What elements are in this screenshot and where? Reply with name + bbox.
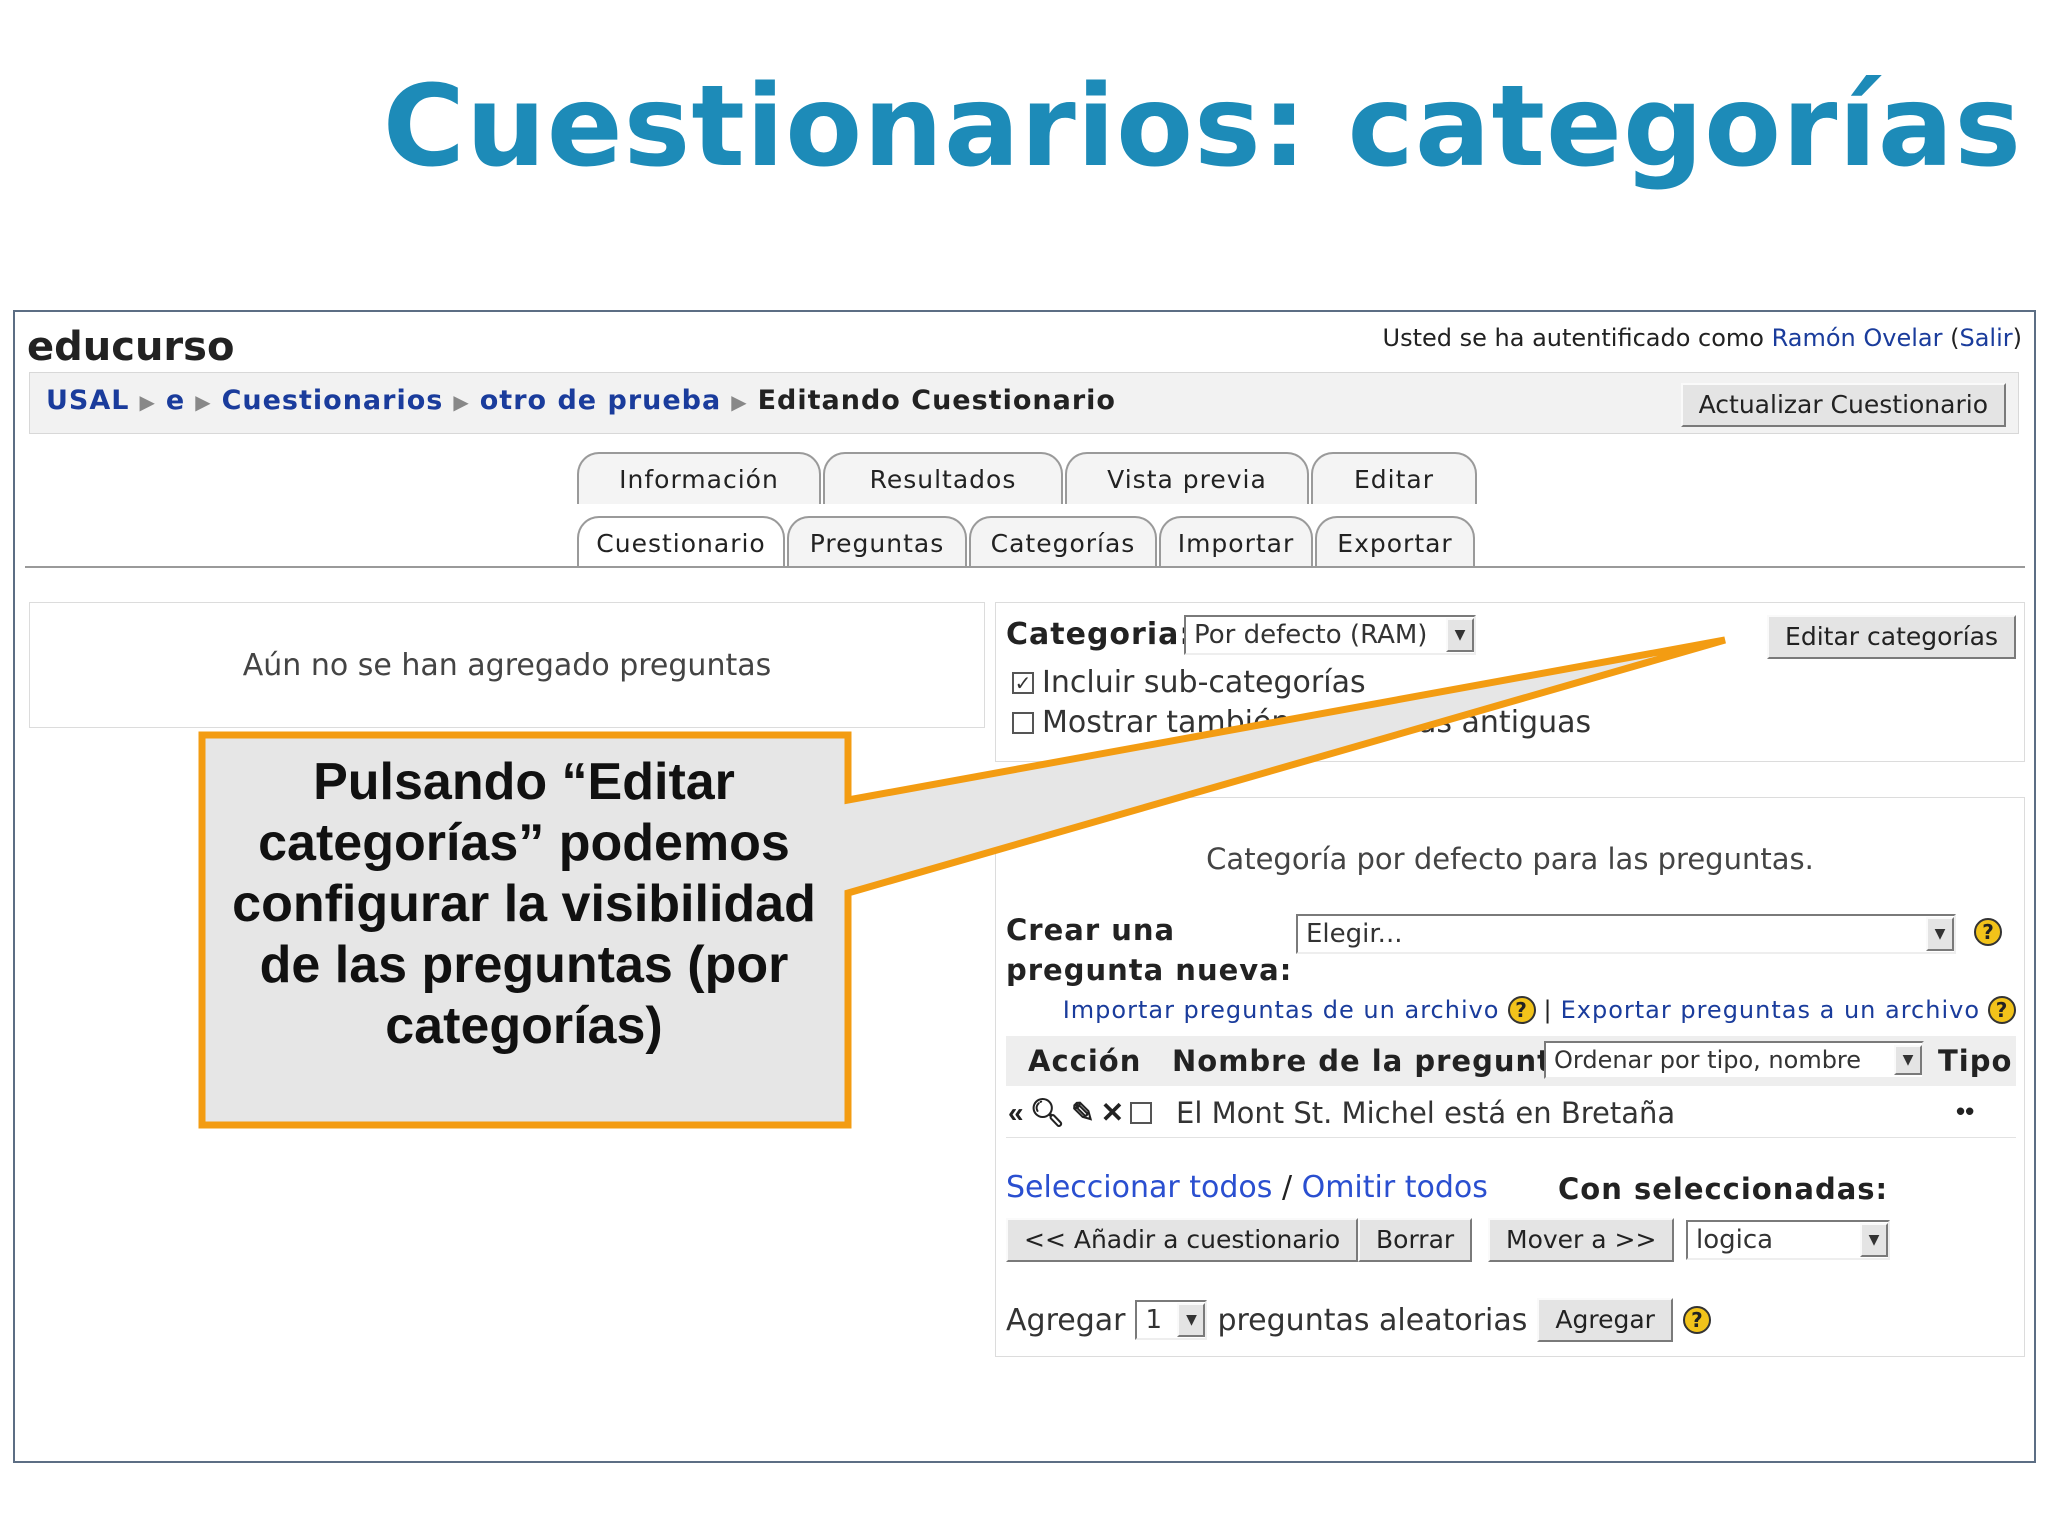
update-quiz-button[interactable]: Actualizar Cuestionario: [1680, 383, 2006, 427]
create-label-line2: pregunta nueva:: [1006, 953, 1293, 987]
breadcrumb: USAL ▶ e ▶ Cuestionarios ▶ otro de prueba ▶ Edit…: [46, 385, 1116, 416]
random-suffix: preguntas aleatorias: [1217, 1302, 1528, 1338]
questions-table-header: Acción Nombre de la pregunta Ordenar por…: [1006, 1036, 2016, 1086]
chevron-down-icon: ▼: [1926, 917, 1954, 951]
tab-categorias[interactable]: Categorías: [969, 516, 1157, 568]
show-old-row: Mostrar también preguntas antiguas: [1012, 705, 1591, 740]
breadcrumb-current: Editando Cuestionario: [757, 385, 1116, 416]
tab-resultados[interactable]: Resultados: [823, 452, 1063, 504]
breadcrumb-e[interactable]: e: [166, 385, 185, 416]
tab-vista-previa[interactable]: Vista previa: [1065, 452, 1309, 504]
col-name: Nombre de la pregunta: [1172, 1044, 1573, 1078]
tab-editar[interactable]: Editar: [1311, 452, 1477, 504]
edit-categories-button[interactable]: Editar categorías: [1767, 615, 2016, 659]
select-all-link[interactable]: Seleccionar todos: [1006, 1170, 1272, 1205]
help-icon[interactable]: ?: [1988, 996, 2016, 1024]
chevron-down-icon: ▼: [1860, 1223, 1888, 1257]
add-to-quiz-button[interactable]: << Añadir a cuestionario: [1006, 1218, 1359, 1262]
deselect-all-link[interactable]: Omitir todos: [1302, 1170, 1488, 1205]
chevron-down-icon: ▼: [1177, 1303, 1206, 1337]
random-questions-row: Agregar 1 ▼ preguntas aleatorias Agregar…: [1006, 1298, 1711, 1342]
include-subcategories-checkbox[interactable]: ✓: [1012, 671, 1034, 694]
row-checkbox[interactable]: [1130, 1101, 1153, 1124]
category-label: Categoria:: [1006, 617, 1193, 652]
tabs-top: Información Resultados Vista previa Edit…: [577, 452, 1479, 504]
create-select-value: Elegir...: [1306, 919, 1403, 949]
breadcrumb-separator: ▶: [195, 390, 212, 414]
help-icon[interactable]: ?: [1974, 918, 2002, 946]
move-to-button[interactable]: Mover a >>: [1488, 1218, 1675, 1262]
move-target-value: logica: [1696, 1225, 1774, 1255]
category-select[interactable]: Por defecto (RAM) ▼: [1184, 615, 1476, 655]
tab-preguntas[interactable]: Preguntas: [787, 516, 967, 568]
chevron-down-icon: ▼: [1446, 618, 1474, 652]
create-label-line1: Crear una: [1006, 913, 1176, 947]
row-actions: « 🔍︎ ✎ ✕: [1008, 1096, 1160, 1129]
slide-title: Cuestionarios: categorías: [382, 62, 2022, 192]
move-left-icon[interactable]: «: [1008, 1097, 1024, 1129]
delete-icon[interactable]: ✕: [1101, 1096, 1124, 1129]
question-type-icon: ••: [1956, 1096, 1975, 1126]
preview-icon[interactable]: 🔍︎: [1030, 1096, 1066, 1129]
add-random-button[interactable]: Agregar: [1537, 1298, 1673, 1342]
category-select-value: Por defecto (RAM): [1194, 620, 1428, 650]
no-questions-panel: Aún no se han agregado preguntas: [29, 602, 985, 728]
breadcrumb-usal[interactable]: USAL: [46, 385, 129, 416]
site-name: educurso: [27, 324, 235, 370]
col-action: Acción: [1028, 1044, 1142, 1078]
tab-cuestionario[interactable]: Cuestionario: [577, 516, 785, 568]
include-subcategories-label: Incluir sub-categorías: [1042, 665, 1366, 700]
login-info: Usted se ha autentificado como Ramón Ove…: [1382, 324, 2022, 352]
edit-icon[interactable]: ✎: [1071, 1096, 1094, 1129]
breadcrumb-separator: ▶: [139, 390, 156, 414]
breadcrumb-separator: ▶: [731, 390, 748, 414]
selection-separator: /: [1281, 1170, 1293, 1205]
delete-button[interactable]: Borrar: [1358, 1218, 1473, 1262]
breadcrumb-quiz[interactable]: otro de prueba: [480, 385, 721, 416]
user-link[interactable]: Ramón Ovelar: [1772, 324, 1943, 352]
breadcrumb-cuestionarios[interactable]: Cuestionarios: [222, 385, 444, 416]
tabs-bottom: Cuestionario Preguntas Categorías Import…: [577, 516, 1477, 568]
show-old-checkbox[interactable]: [1012, 711, 1034, 734]
callout-text: Pulsando “Editar categorías” podemos con…: [232, 753, 816, 1055]
create-question-select[interactable]: Elegir... ▼: [1296, 914, 1956, 954]
move-target-select[interactable]: logica ▼: [1686, 1220, 1890, 1260]
selection-links: Seleccionar todos / Omitir todos: [1006, 1170, 1488, 1205]
with-selected-label: Con seleccionadas:: [1558, 1172, 1889, 1206]
tab-exportar[interactable]: Exportar: [1315, 516, 1475, 568]
include-subcategories-row: ✓ Incluir sub-categorías: [1012, 665, 1366, 700]
navbar: USAL ▶ e ▶ Cuestionarios ▶ otro de prueba ▶ Edit…: [29, 372, 2019, 434]
show-old-label: Mostrar también preguntas antiguas: [1042, 705, 1592, 740]
help-icon[interactable]: ?: [1682, 1306, 1711, 1334]
random-count-select[interactable]: 1 ▼: [1135, 1300, 1208, 1340]
table-row: « 🔍︎ ✎ ✕ El Mont St. Michel está en Bret…: [1006, 1088, 2016, 1138]
import-questions-link[interactable]: Importar preguntas de un archivo: [1063, 996, 1500, 1024]
create-question-label: Crear una pregunta nueva:: [1006, 910, 1292, 990]
question-name: El Mont St. Michel está en Bretaña: [1176, 1096, 1676, 1130]
no-questions-text: Aún no se han agregado preguntas: [242, 647, 772, 683]
logout-link[interactable]: Salir: [1959, 324, 2012, 352]
chevron-down-icon: ▼: [1894, 1045, 1922, 1075]
export-questions-link[interactable]: Exportar preguntas a un archivo: [1561, 996, 1980, 1024]
default-category-text: Categoría por defecto para las preguntas…: [1206, 842, 1814, 876]
sort-select[interactable]: Ordenar por tipo, nombre ▼: [1544, 1041, 1924, 1079]
tab-informacion[interactable]: Información: [577, 452, 821, 504]
import-export-links: Importar preguntas de un archivo ? | Exp…: [1063, 996, 2016, 1024]
questions-panel: Categoría por defecto para las preguntas…: [995, 797, 2025, 1357]
category-panel: Categoria: Por defecto (RAM) ▼ Editar ca…: [995, 602, 2025, 762]
random-count-value: 1: [1145, 1305, 1163, 1335]
breadcrumb-separator: ▶: [453, 390, 470, 414]
col-type: Tipo: [1938, 1044, 2013, 1078]
random-prefix: Agregar: [1006, 1302, 1126, 1338]
tab-importar[interactable]: Importar: [1159, 516, 1313, 568]
links-separator: |: [1543, 996, 1553, 1024]
login-prefix: Usted se ha autentificado como: [1382, 324, 1764, 352]
tabs-divider: [25, 566, 2025, 568]
sort-select-value: Ordenar por tipo, nombre: [1554, 1046, 1862, 1074]
help-icon[interactable]: ?: [1507, 996, 1536, 1024]
